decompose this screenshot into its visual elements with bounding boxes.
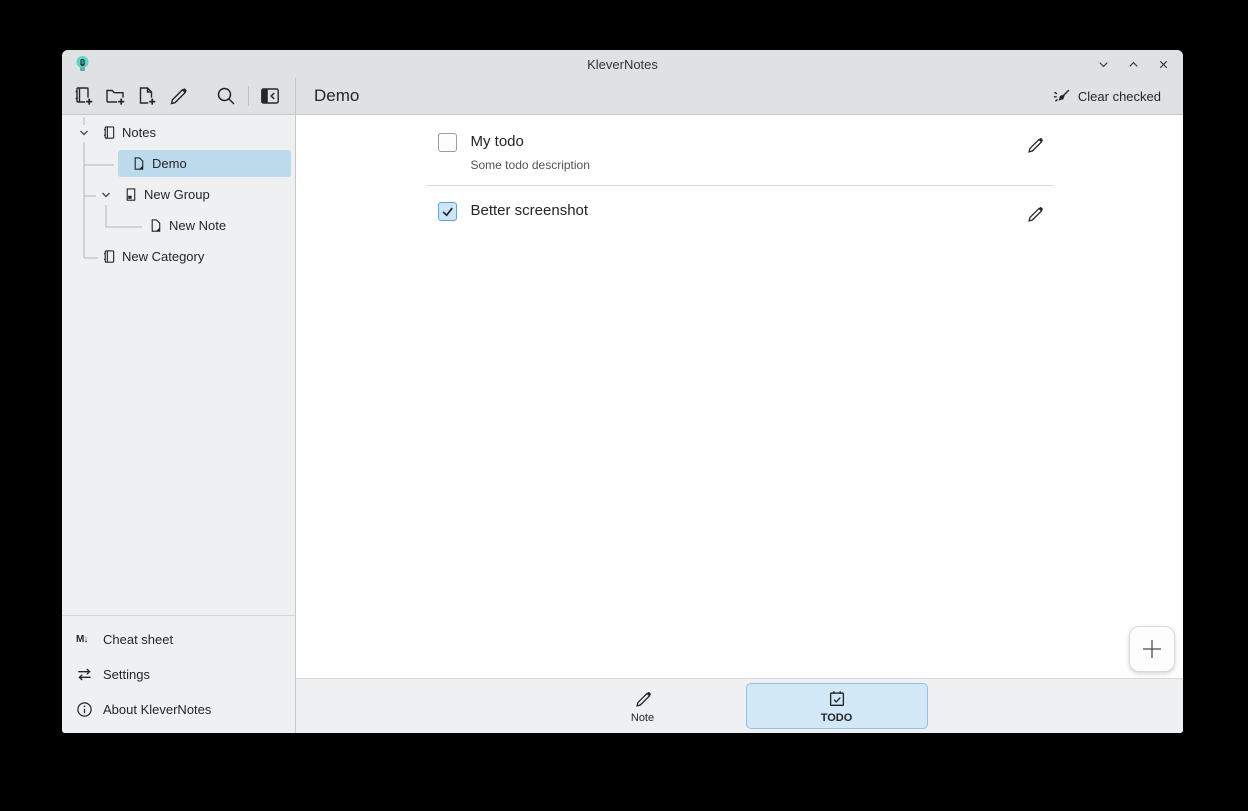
edit-todo-pencil-icon[interactable] [1022, 132, 1048, 158]
todo-row: My todo Some todo description [426, 117, 1054, 186]
cheat-sheet-label: Cheat sheet [103, 632, 173, 647]
collapse-sidebar-button[interactable] [257, 82, 283, 110]
group-icon [122, 187, 138, 203]
cheat-sheet-button[interactable]: M↓ Cheat sheet [62, 622, 295, 657]
rename-pencil-button[interactable] [165, 82, 191, 110]
tab-todo-label: TODO [821, 712, 853, 724]
chevron-down-icon[interactable] [98, 187, 114, 203]
search-button[interactable] [213, 82, 239, 110]
selected-item-highlight: Demo [118, 150, 291, 177]
app-logo-lightbulb-icon [74, 55, 91, 73]
settings-icon [76, 666, 94, 683]
notes-tree: Notes Demo [62, 115, 295, 615]
todo-description: Some todo description [471, 158, 1022, 172]
sidebar-footer: M↓ Cheat sheet Settings [62, 616, 295, 733]
about-label: About KleverNotes [103, 702, 211, 717]
todo-checkbox-checked[interactable] [438, 202, 457, 221]
page-title: Demo [314, 86, 359, 106]
pencil-icon [633, 689, 653, 709]
note-icon [130, 156, 146, 172]
titlebar[interactable]: KleverNotes [62, 50, 1183, 78]
clear-checked-button[interactable]: Clear checked [1046, 83, 1167, 110]
new-group-button[interactable] [102, 82, 128, 110]
todo-checkbox-unchecked[interactable] [438, 133, 457, 152]
main-area: My todo Some todo description [296, 115, 1183, 733]
view-switcher: Note TODO [296, 678, 1183, 733]
maximize-button[interactable] [1125, 56, 1141, 72]
settings-button[interactable]: Settings [62, 657, 295, 692]
todo-check-icon [827, 689, 847, 709]
close-button[interactable] [1155, 56, 1171, 72]
clear-checked-label: Clear checked [1078, 89, 1161, 104]
sidebar-item-notes[interactable]: Notes [62, 117, 295, 148]
tab-todo[interactable]: TODO [746, 683, 928, 729]
toolbar-separator [248, 86, 249, 106]
note-icon [147, 218, 163, 234]
sidebar-item-new-group[interactable]: New Group [62, 179, 295, 210]
about-button[interactable]: About KleverNotes [62, 692, 295, 727]
settings-label: Settings [103, 667, 150, 682]
broom-icon [1052, 87, 1071, 106]
page-header: Demo Clear checked [296, 78, 1183, 114]
sidebar-item-new-category[interactable]: New Category [62, 241, 295, 272]
tab-note[interactable]: Note [552, 683, 734, 729]
todo-title: Better screenshot [471, 201, 1022, 220]
todo-list: My todo Some todo description [296, 115, 1183, 678]
tab-note-label: Note [631, 712, 654, 724]
sidebar-item-demo[interactable]: Demo [62, 148, 295, 179]
notebook-icon [100, 249, 116, 265]
window-title: KleverNotes [62, 57, 1183, 72]
sidebar: Notes Demo [62, 115, 296, 733]
edit-todo-pencil-icon[interactable] [1022, 201, 1048, 227]
header-row: Demo Clear checked [62, 78, 1183, 115]
todo-title: My todo [471, 132, 1022, 151]
klevernotes-window: KleverNotes [62, 50, 1183, 733]
sidebar-item-new-note[interactable]: New Note [62, 210, 295, 241]
notebook-icon [100, 125, 116, 141]
info-icon [76, 701, 94, 718]
new-note-button[interactable] [133, 82, 159, 110]
minimize-button[interactable] [1095, 56, 1111, 72]
add-todo-button[interactable] [1129, 626, 1175, 672]
sidebar-toolbar [62, 78, 296, 114]
chevron-down-icon[interactable] [76, 125, 92, 141]
markdown-icon: M↓ [76, 634, 94, 645]
todo-row: Better screenshot [426, 186, 1054, 240]
new-category-button[interactable] [70, 82, 96, 110]
